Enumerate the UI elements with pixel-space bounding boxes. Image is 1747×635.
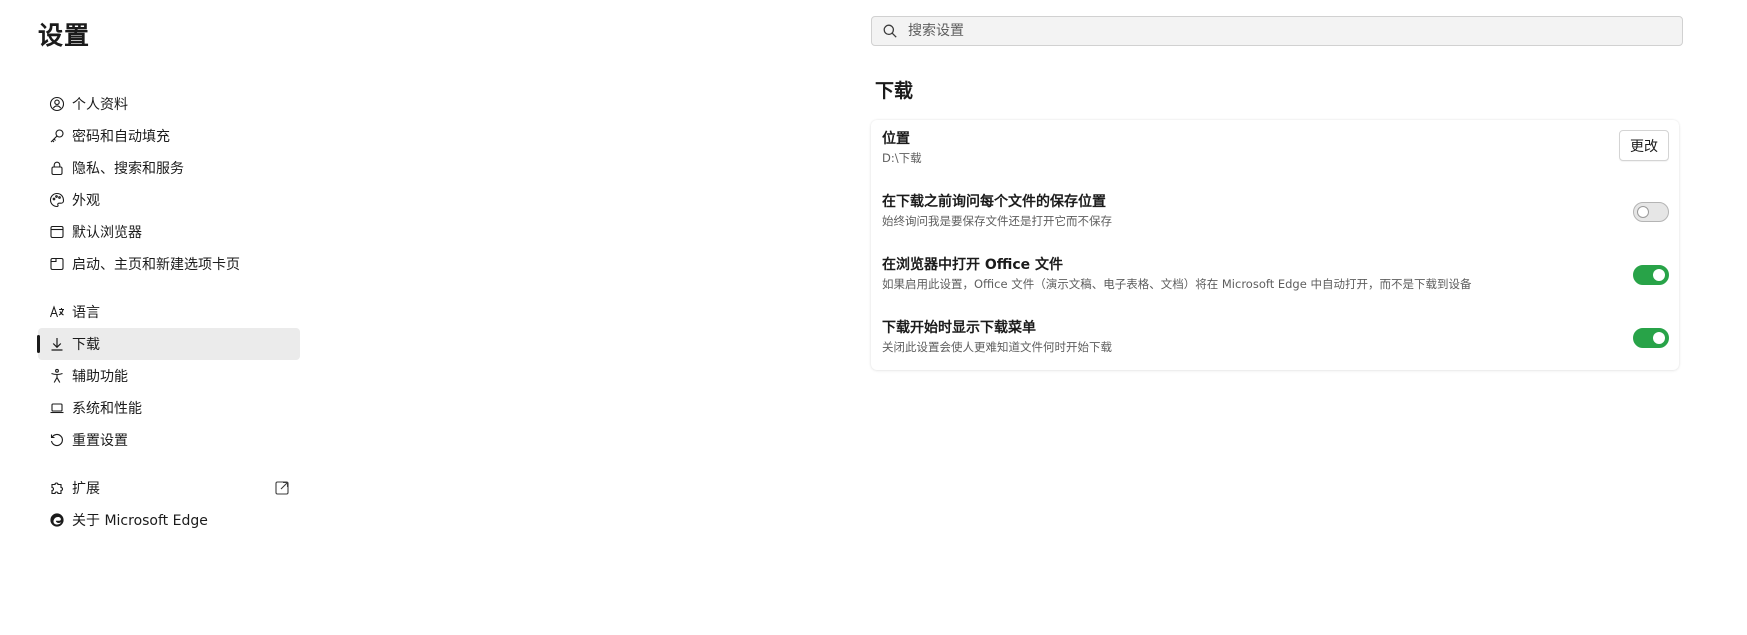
download-icon <box>48 335 66 353</box>
setting-row-ask-where: 在下载之前询问每个文件的保存位置 始终询问我是要保存文件还是打开它而不保存 <box>871 183 1679 246</box>
home-tab-icon <box>48 255 66 273</box>
show-download-menu-toggle[interactable] <box>1633 328 1669 348</box>
sidebar-item-extensions[interactable]: 扩展 <box>38 472 300 504</box>
sidebar-item-privacy[interactable]: 隐私、搜索和服务 <box>38 152 300 184</box>
downloads-card: 位置 D:\下载 更改 在下载之前询问每个文件的保存位置 始终询问我是要保存文件… <box>871 120 1679 370</box>
ask-where-toggle[interactable] <box>1633 202 1669 222</box>
nav-divider <box>38 280 300 296</box>
toggle-knob <box>1653 332 1665 344</box>
sidebar-item-language[interactable]: 语言 <box>38 296 300 328</box>
reset-icon <box>48 431 66 449</box>
toggle-knob <box>1637 206 1649 218</box>
lock-icon <box>48 159 66 177</box>
sidebar-nav: 个人资料 密码和自动填充 隐私、搜索和服务 外观 默认浏览器 启动、主页和新建选… <box>37 88 300 536</box>
setting-description: 关闭此设置会使人更难知道文件何时开始下载 <box>882 340 1112 354</box>
puzzle-icon <box>48 479 66 497</box>
setting-row-location: 位置 D:\下载 更改 <box>871 120 1679 183</box>
laptop-icon <box>48 399 66 417</box>
sidebar-item-downloads[interactable]: 下载 <box>37 328 300 360</box>
sidebar-item-label: 默认浏览器 <box>72 225 142 241</box>
setting-title: 下载开始时显示下载菜单 <box>882 320 1036 336</box>
sidebar-item-label: 密码和自动填充 <box>72 129 170 145</box>
change-location-button[interactable]: 更改 <box>1619 130 1669 161</box>
language-icon <box>48 303 66 321</box>
browser-icon <box>48 223 66 241</box>
open-office-toggle[interactable] <box>1633 265 1669 285</box>
section-title: 下载 <box>875 80 914 102</box>
setting-row-show-menu: 下载开始时显示下载菜单 关闭此设置会使人更难知道文件何时开始下载 <box>871 309 1679 372</box>
profile-icon <box>48 95 66 113</box>
sidebar-item-startup[interactable]: 启动、主页和新建选项卡页 <box>38 248 300 280</box>
setting-description: 如果启用此设置，Office 文件（演示文稿、电子表格、文档）将在 Micros… <box>882 277 1472 291</box>
search-box[interactable] <box>871 16 1683 46</box>
setting-row-open-office: 在浏览器中打开 Office 文件 如果启用此设置，Office 文件（演示文稿… <box>871 246 1679 309</box>
sidebar-item-system[interactable]: 系统和性能 <box>38 392 300 424</box>
palette-icon <box>48 191 66 209</box>
toggle-knob <box>1653 269 1665 281</box>
sidebar-item-accessibility[interactable]: 辅助功能 <box>38 360 300 392</box>
sidebar-item-appearance[interactable]: 外观 <box>38 184 300 216</box>
settings-page: 设置 个人资料 密码和自动填充 隐私、搜索和服务 外观 默认浏览器 启动、主页和… <box>0 0 1747 635</box>
sidebar-item-profile[interactable]: 个人资料 <box>38 88 300 120</box>
search-icon <box>883 24 897 38</box>
key-icon <box>48 127 66 145</box>
setting-title: 在下载之前询问每个文件的保存位置 <box>882 194 1106 210</box>
sidebar-item-label: 扩展 <box>72 481 100 497</box>
search-input[interactable] <box>906 22 1682 40</box>
sidebar-item-label: 语言 <box>72 305 100 321</box>
sidebar-item-label: 个人资料 <box>72 97 128 113</box>
sidebar-item-label: 下载 <box>72 337 100 353</box>
sidebar-item-about[interactable]: 关于 Microsoft Edge <box>38 504 300 536</box>
nav-divider <box>38 456 300 472</box>
setting-title: 在浏览器中打开 Office 文件 <box>882 257 1064 273</box>
sidebar-item-label: 外观 <box>72 193 100 209</box>
sidebar-item-label: 关于 Microsoft Edge <box>72 513 208 529</box>
setting-title: 位置 <box>882 131 910 147</box>
external-link-icon[interactable] <box>274 480 290 496</box>
setting-description: 始终询问我是要保存文件还是打开它而不保存 <box>882 214 1112 228</box>
accessibility-icon <box>48 367 66 385</box>
page-title: 设置 <box>38 21 91 50</box>
sidebar-item-reset[interactable]: 重置设置 <box>38 424 300 456</box>
download-location-path: D:\下载 <box>882 151 922 165</box>
sidebar-item-label: 启动、主页和新建选项卡页 <box>72 257 240 273</box>
sidebar-item-label: 隐私、搜索和服务 <box>72 161 184 177</box>
sidebar-item-label: 辅助功能 <box>72 369 128 385</box>
sidebar-item-passwords[interactable]: 密码和自动填充 <box>38 120 300 152</box>
sidebar-item-label: 系统和性能 <box>72 401 142 417</box>
sidebar-item-label: 重置设置 <box>72 433 128 449</box>
sidebar-item-default-browser[interactable]: 默认浏览器 <box>38 216 300 248</box>
edge-logo-icon <box>48 511 66 529</box>
